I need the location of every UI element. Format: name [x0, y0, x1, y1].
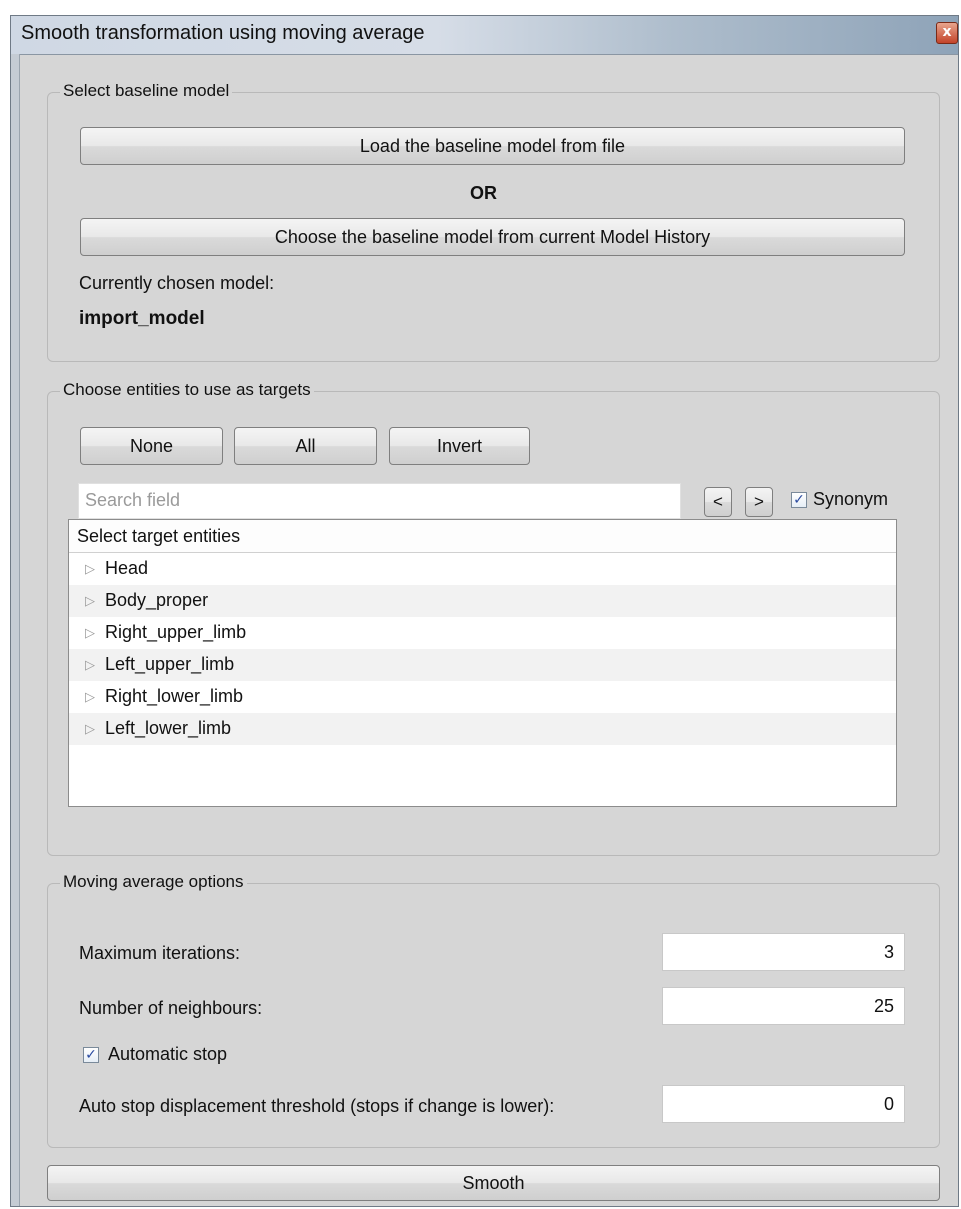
- none-button[interactable]: None: [80, 427, 223, 465]
- tree-item[interactable]: ▷ Right_upper_limb: [69, 617, 896, 649]
- target-entities-tree[interactable]: Select target entities ▷ Head ▷ Body_prope…: [68, 519, 897, 807]
- window-frame-edge: [11, 54, 20, 1206]
- options-group-title: Moving average options: [60, 872, 247, 892]
- or-label: OR: [470, 183, 497, 203]
- search-input[interactable]: Search field: [78, 483, 681, 519]
- tree-header[interactable]: Select target entities: [69, 520, 896, 553]
- auto-stop-checkbox[interactable]: ✓: [83, 1047, 99, 1063]
- tree-header-label: Select target entities: [77, 526, 241, 546]
- tree-item-label: Head: [105, 558, 149, 578]
- synonym-label: Synonym: [813, 489, 889, 509]
- neighbours-label: Number of neighbours:: [79, 998, 263, 1018]
- chosen-model-label: Currently chosen model:: [79, 273, 275, 293]
- tree-item-label: Body_proper: [105, 590, 209, 610]
- all-button[interactable]: All: [234, 427, 377, 465]
- prev-match-button[interactable]: <: [704, 487, 732, 517]
- tree-item[interactable]: ▷ Right_lower_limb: [69, 681, 896, 713]
- check-icon: ✓: [793, 492, 805, 508]
- tree-item-label: Right_upper_limb: [105, 622, 247, 642]
- check-icon: ✓: [85, 1047, 97, 1063]
- auto-stop-label: Automatic stop: [108, 1044, 228, 1064]
- expand-arrow-icon[interactable]: ▷: [85, 561, 95, 577]
- expand-arrow-icon[interactable]: ▷: [85, 721, 95, 737]
- tree-item-label: Right_lower_limb: [105, 686, 244, 706]
- search-placeholder: Search field: [85, 490, 181, 510]
- choose-baseline-button[interactable]: Choose the baseline model from current M…: [80, 218, 905, 256]
- close-button[interactable]: x: [936, 22, 958, 44]
- targets-group-title: Choose entities to use as targets: [60, 380, 314, 400]
- expand-arrow-icon[interactable]: ▷: [85, 657, 95, 673]
- tree-item[interactable]: ▷ Body_proper: [69, 585, 896, 617]
- load-baseline-button[interactable]: Load the baseline model from file: [80, 127, 905, 165]
- expand-arrow-icon[interactable]: ▷: [85, 625, 95, 641]
- invert-button[interactable]: Invert: [389, 427, 530, 465]
- baseline-group-title: Select baseline model: [60, 81, 233, 101]
- expand-arrow-icon[interactable]: ▷: [85, 593, 95, 609]
- chosen-model-value: import_model: [79, 308, 205, 329]
- synonym-checkbox[interactable]: ✓: [791, 492, 807, 508]
- neighbours-input[interactable]: 25: [662, 987, 905, 1025]
- next-match-button[interactable]: >: [745, 487, 773, 517]
- title-bar[interactable]: Smooth transformation using moving avera…: [11, 16, 958, 55]
- tree-item[interactable]: ▷ Left_lower_limb: [69, 713, 896, 745]
- threshold-input[interactable]: 0: [662, 1085, 905, 1123]
- tree-item-label: Left_lower_limb: [105, 718, 232, 738]
- max-iterations-input[interactable]: 3: [662, 933, 905, 971]
- threshold-label: Auto stop displacement threshold (stops …: [79, 1096, 555, 1116]
- close-icon: x: [942, 24, 952, 40]
- tree-item[interactable]: ▷ Left_upper_limb: [69, 649, 896, 681]
- max-iterations-label: Maximum iterations:: [79, 943, 241, 963]
- tree-item-label: Left_upper_limb: [105, 654, 235, 674]
- window-title: Smooth transformation using moving avera…: [21, 22, 425, 44]
- tree-item[interactable]: ▷ Head: [69, 553, 896, 585]
- smooth-button[interactable]: Smooth: [47, 1165, 940, 1201]
- expand-arrow-icon[interactable]: ▷: [85, 689, 95, 705]
